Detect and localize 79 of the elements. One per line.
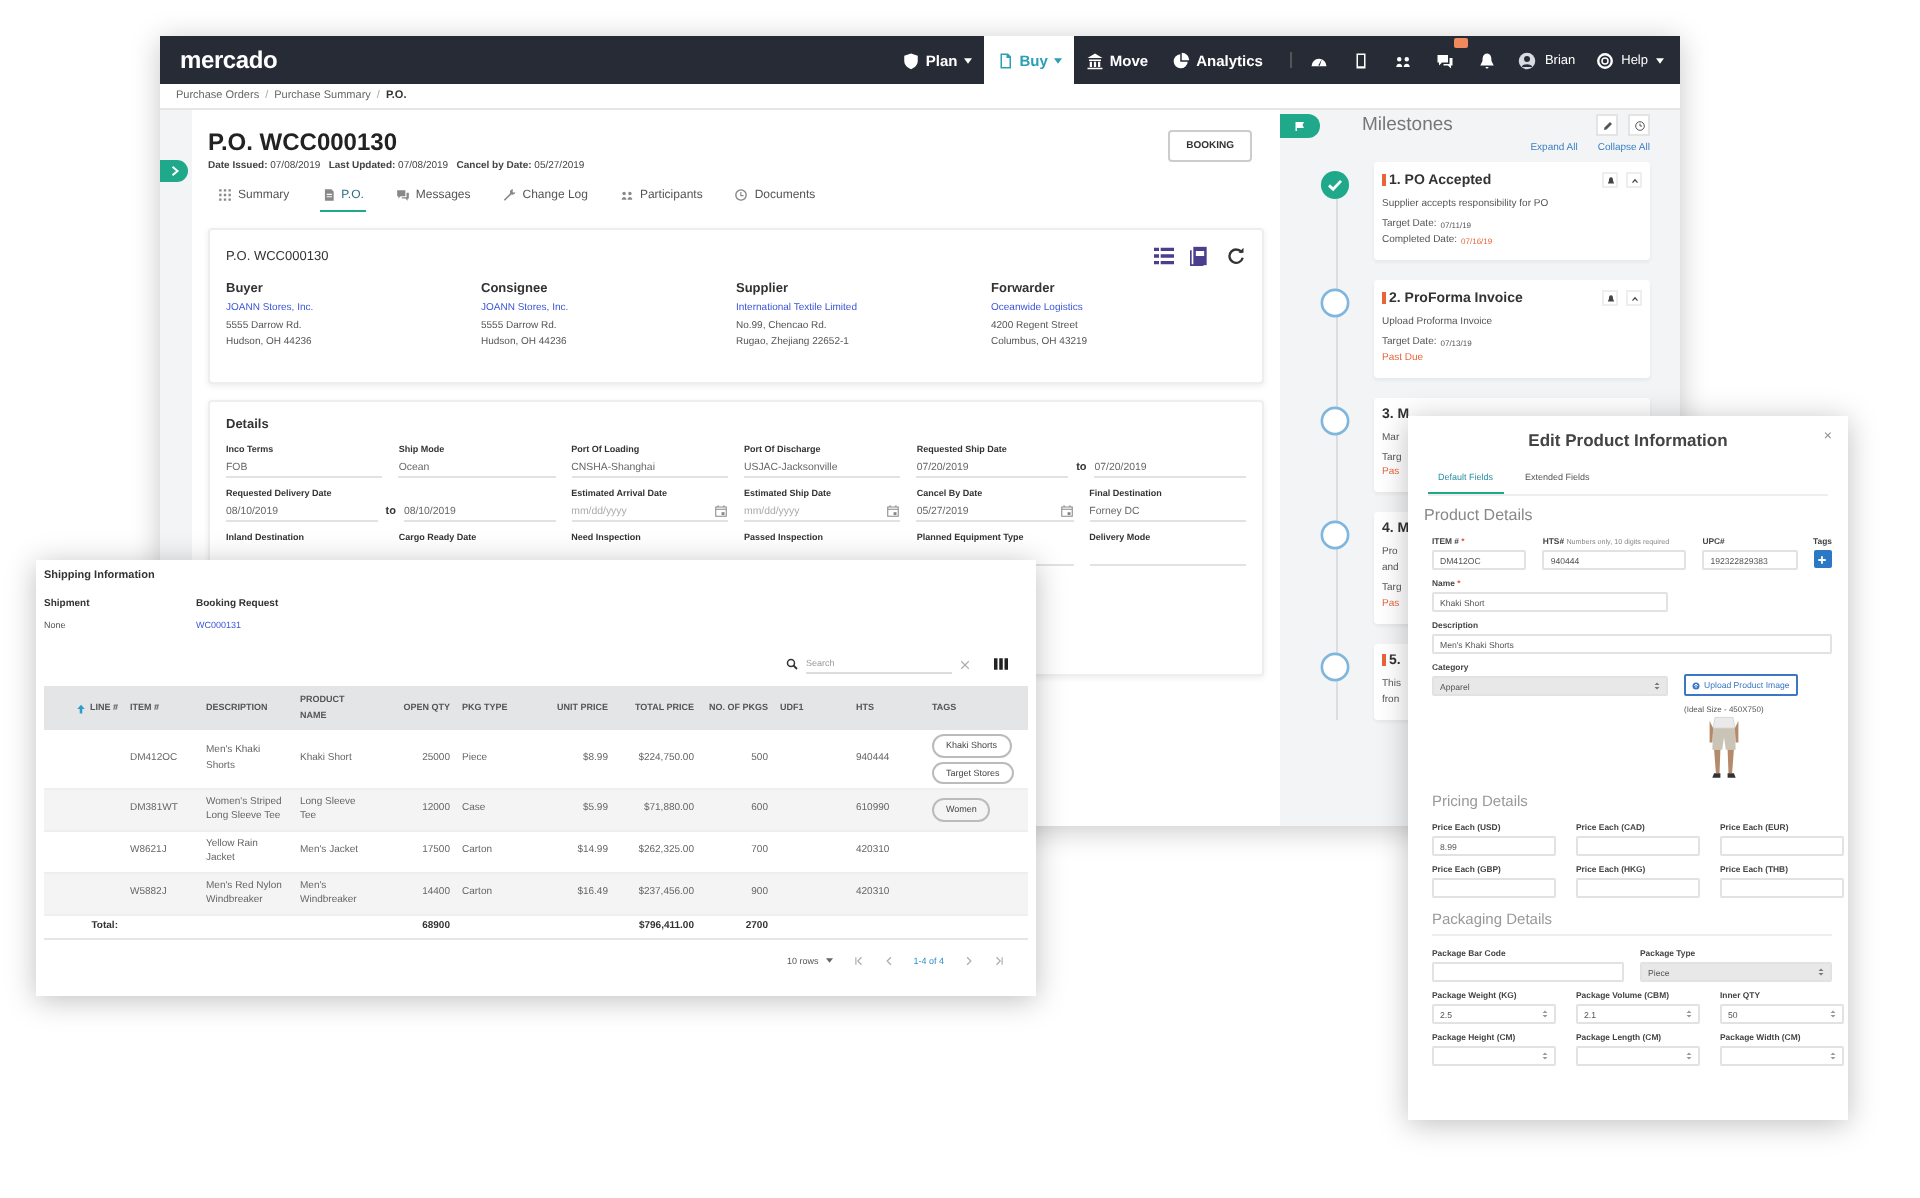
stepper-icon <box>1542 1052 1548 1060</box>
plus-icon <box>1816 553 1829 565</box>
caret-icon <box>1629 293 1639 303</box>
avatar-icon <box>1518 51 1537 69</box>
edit-button[interactable] <box>1596 114 1618 136</box>
bell-icon <box>1605 293 1615 303</box>
stepper-icon <box>1686 1010 1692 1018</box>
notify-button[interactable] <box>1602 290 1618 306</box>
document-icon <box>995 51 1014 69</box>
page-title: P.O. WCC000130 <box>208 128 399 156</box>
calendar-icon <box>714 504 728 518</box>
search-icon <box>786 658 798 670</box>
input-field[interactable] <box>1432 962 1624 982</box>
chevron-right-icon <box>169 166 179 176</box>
previous-page-button[interactable] <box>883 956 894 966</box>
select-arrows-icon <box>1818 968 1824 976</box>
chevron-right-icon <box>964 956 974 966</box>
calendar-icon <box>1059 504 1074 518</box>
last-page-icon <box>994 956 1004 966</box>
input-field[interactable] <box>1576 836 1700 856</box>
collapse-button[interactable] <box>1626 290 1642 306</box>
history-button[interactable] <box>1628 114 1650 136</box>
collapse-button[interactable] <box>1626 172 1642 188</box>
number-field[interactable] <box>1432 1046 1556 1066</box>
chat-icon <box>1436 51 1455 69</box>
refresh-icon <box>1226 246 1246 266</box>
stepper-icon <box>1686 1052 1692 1060</box>
document-icon <box>321 188 336 202</box>
bell-button[interactable] <box>1476 49 1499 71</box>
calendar-icon <box>886 504 901 518</box>
stepper-icon <box>1542 1010 1548 1018</box>
caret-icon <box>1629 175 1639 185</box>
chevron-left-icon <box>883 956 894 966</box>
caret-icon <box>826 958 834 964</box>
input-field[interactable] <box>1576 878 1700 898</box>
select-arrows-icon <box>1654 682 1660 690</box>
upload-icon <box>1692 681 1700 689</box>
stepper-icon <box>1830 1010 1836 1018</box>
columns-icon <box>994 658 1008 670</box>
last-page-button[interactable] <box>994 956 1004 966</box>
grid-icon <box>218 188 232 202</box>
chat-button[interactable] <box>1434 49 1457 71</box>
tablet-icon <box>1352 51 1371 69</box>
input-field[interactable] <box>1720 878 1844 898</box>
section-heading: Product Details <box>1424 506 1535 524</box>
number-field[interactable] <box>1576 1046 1700 1066</box>
chat-icon <box>395 188 410 202</box>
logo[interactable]: mercado <box>180 46 278 74</box>
flag-tab-button[interactable] <box>1280 114 1320 138</box>
first-page-icon <box>853 956 864 966</box>
flag-icon <box>1294 120 1306 132</box>
bell-icon <box>1605 175 1615 185</box>
input-field[interactable] <box>1720 836 1844 856</box>
clear-icon[interactable] <box>960 659 970 669</box>
stepper-icon <box>1830 1052 1836 1060</box>
shield-icon <box>901 51 920 69</box>
list-view-button[interactable] <box>1154 246 1174 266</box>
list-icon <box>1154 246 1174 266</box>
bank-icon <box>1085 51 1104 69</box>
people-icon <box>1394 51 1413 69</box>
clock-icon <box>1633 119 1645 131</box>
people-icon <box>619 188 634 202</box>
pencil-icon <box>1601 119 1613 131</box>
notify-button[interactable] <box>1602 172 1618 188</box>
sidebar-toggle-button[interactable] <box>160 160 188 182</box>
first-page-button[interactable] <box>853 956 864 966</box>
shorts-drawing <box>1705 716 1742 780</box>
bell-icon <box>1478 51 1497 69</box>
wrench-icon <box>502 188 517 202</box>
input-field[interactable] <box>1432 878 1556 898</box>
next-page-button[interactable] <box>964 956 974 966</box>
columns-button[interactable] <box>994 658 1008 670</box>
pie-chart-icon <box>1172 51 1191 69</box>
refresh-button[interactable] <box>1226 246 1246 266</box>
panel-title: Milestones <box>1362 114 1453 136</box>
clock-icon <box>734 188 749 202</box>
number-field[interactable] <box>1720 1046 1844 1066</box>
add-tag-button[interactable] <box>1813 550 1832 568</box>
dialog-title: Edit Product Information <box>1528 430 1728 450</box>
